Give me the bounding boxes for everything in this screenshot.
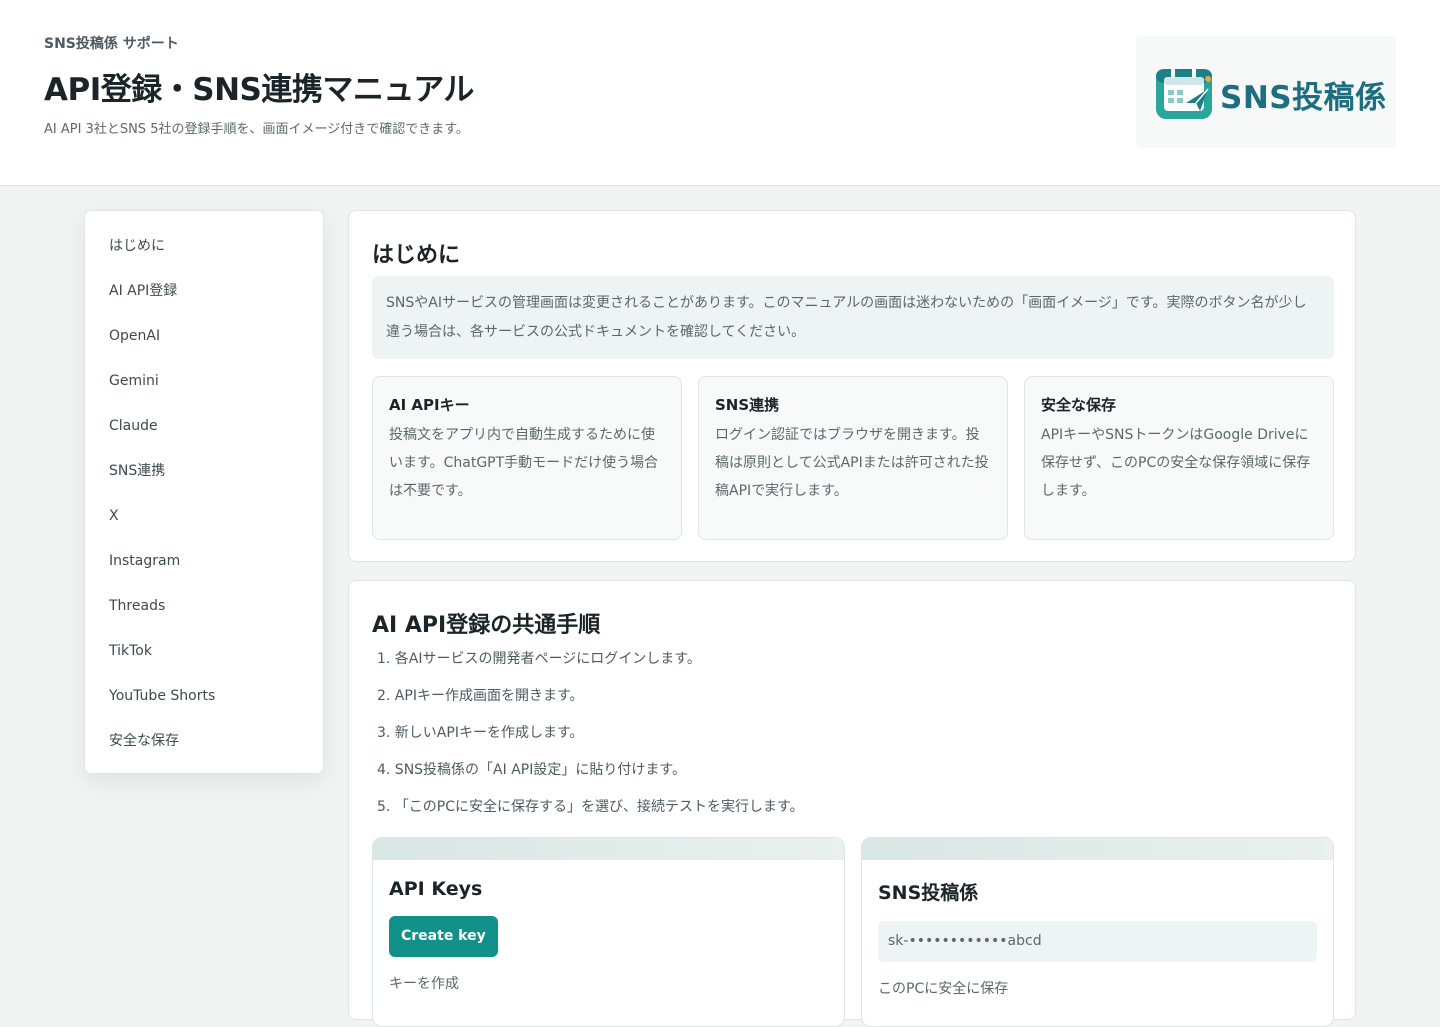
step-item: 3. 新しいAPIキーを作成します。 — [377, 725, 584, 741]
step-item: 2. APIキー作成画面を開きます。 — [377, 688, 584, 704]
sidebar-item-youtube-shorts[interactable]: YouTube Shorts — [85, 681, 323, 726]
card-body: APIキーやSNSトークンはGoogle Driveに保存せず、このPCの安全な… — [1041, 427, 1311, 499]
card-title: SNS連携 — [715, 396, 780, 414]
intro-note: SNSやAIサービスの管理画面は変更されることがあります。このマニュアルの画面は… — [372, 276, 1334, 359]
card-body: ログイン認証ではブラウザを開きます。投稿は原則として公式APIまたは許可された投… — [715, 427, 989, 499]
step-item: 5. 「このPCに安全に保存する」を選び、接続テストを実行します。 — [377, 799, 804, 815]
sidebar-nav: はじめに AI API登録 OpenAI Gemini Claude SNS連携… — [84, 210, 324, 774]
mock-window-bar — [862, 838, 1333, 860]
sidebar-item-claude[interactable]: Claude — [85, 411, 323, 456]
sidebar-item-gemini[interactable]: Gemini — [85, 366, 323, 411]
sidebar-item-sns[interactable]: SNS連携 — [85, 456, 323, 501]
sidebar-item-intro[interactable]: はじめに — [85, 231, 323, 276]
create-key-button[interactable]: Create key — [389, 916, 498, 957]
page-subtitle: AI API 3社とSNS 5社の登録手順を、画面イメージ付きで確認できます。 — [44, 122, 469, 137]
card-ai-api-key: AI APIキー 投稿文をアプリ内で自動生成するために使います。ChatGPT手… — [372, 376, 682, 540]
sidebar-item-tiktok[interactable]: TikTok — [85, 636, 323, 681]
steps-list: 1. 各AIサービスの開発者ページにログインします。 2. APIキー作成画面を… — [377, 643, 804, 828]
mock-caption: キーを作成 — [389, 976, 459, 992]
sidebar-item-secure-storage[interactable]: 安全な保存 — [85, 726, 323, 771]
logo-text: SNS投稿係 — [1220, 80, 1387, 116]
sidebar-item-openai[interactable]: OpenAI — [85, 321, 323, 366]
brand-label: SNS投稿係 サポート — [44, 36, 179, 52]
mock-window-bar — [373, 838, 844, 860]
sidebar-item-ai-api[interactable]: AI API登録 — [85, 276, 323, 321]
sidebar-item-instagram[interactable]: Instagram — [85, 546, 323, 591]
ai-api-title: AI API登録の共通手順 — [372, 613, 601, 638]
ai-api-section: AI API登録の共通手順 1. 各AIサービスの開発者ページにログインします。… — [348, 580, 1356, 1027]
intro-section: はじめに SNSやAIサービスの管理画面は変更されることがあります。このマニュア… — [348, 210, 1356, 562]
mock-title: SNS投稿係 — [878, 882, 979, 904]
step-item: 1. 各AIサービスの開発者ページにログインします。 — [377, 651, 701, 667]
intro-title: はじめに — [372, 243, 461, 268]
logo: SNS投稿係 — [1136, 36, 1396, 148]
page-header: SNS投稿係 サポート API登録・SNS連携マニュアル AI API 3社とS… — [0, 0, 1440, 186]
mock-api-keys-screen: API Keys Create key キーを作成 — [372, 837, 845, 1027]
card-title: AI APIキー — [389, 396, 470, 414]
api-key-field[interactable]: sk-••••••••••••abcd — [878, 921, 1317, 962]
page-title: API登録・SNS連携マニュアル — [44, 72, 474, 108]
card-secure-storage: 安全な保存 APIキーやSNSトークンはGoogle Driveに保存せず、この… — [1024, 376, 1334, 540]
calendar-paper-plane-icon — [1156, 66, 1212, 119]
sidebar-item-threads[interactable]: Threads — [85, 591, 323, 636]
mock-caption: このPCに安全に保存 — [878, 981, 1009, 997]
card-sns-link: SNS連携 ログイン認証ではブラウザを開きます。投稿は原則として公式APIまたは… — [698, 376, 1008, 540]
sidebar-item-x[interactable]: X — [85, 501, 323, 546]
card-body: 投稿文をアプリ内で自動生成するために使います。ChatGPT手動モードだけ使う場… — [389, 427, 659, 499]
card-title: 安全な保存 — [1041, 396, 1117, 414]
step-item: 4. SNS投稿係の「AI API設定」に貼り付けます。 — [377, 762, 686, 778]
mock-title: API Keys — [389, 878, 483, 900]
mock-app-settings-screen: SNS投稿係 sk-••••••••••••abcd このPCに安全に保存 — [861, 837, 1334, 1027]
